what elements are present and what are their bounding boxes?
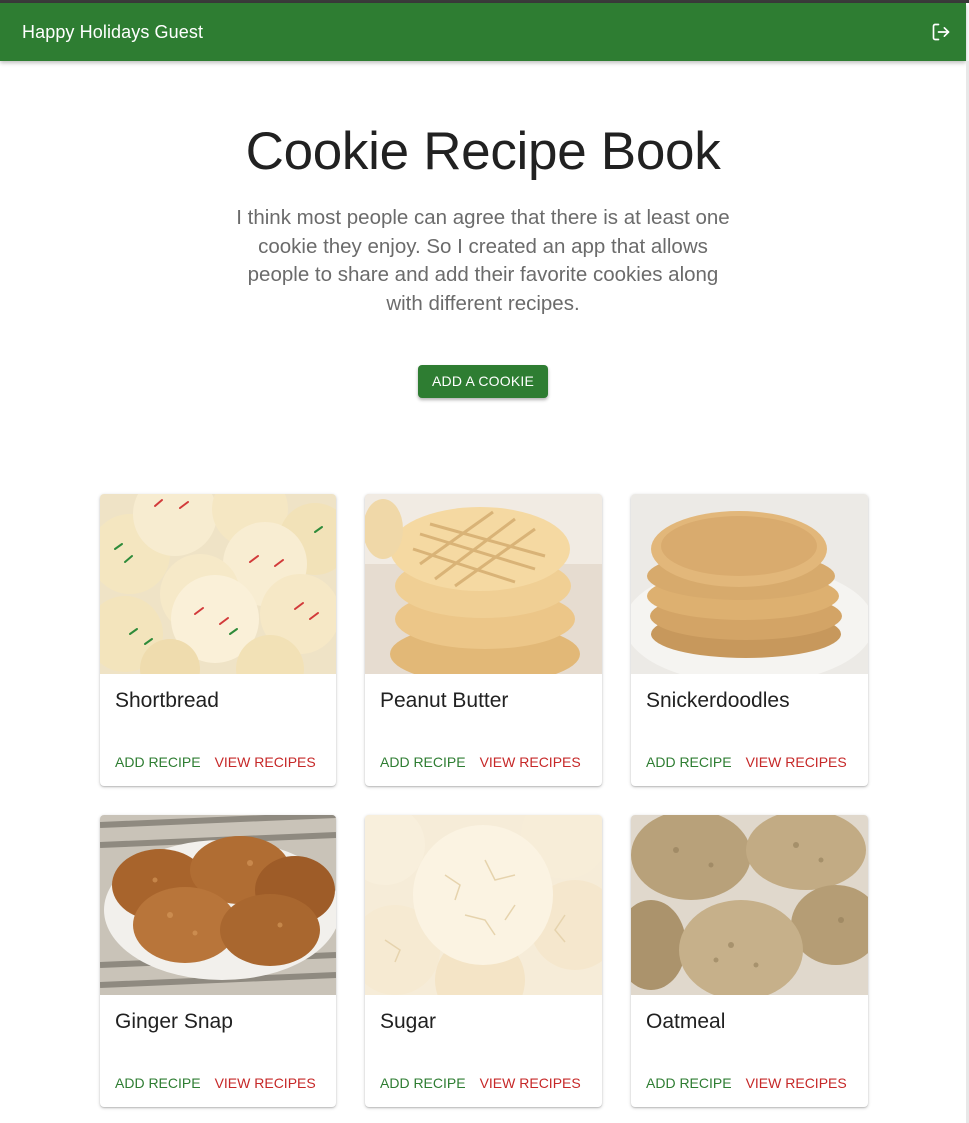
ginger-snap-image xyxy=(100,815,336,995)
add-recipe-button[interactable]: ADD RECIPE xyxy=(115,754,201,770)
card-title: Peanut Butter xyxy=(380,689,509,712)
page-description: I think most people can agree that there… xyxy=(236,206,730,316)
view-recipes-button[interactable]: VIEW RECIPES xyxy=(480,1075,581,1091)
hero-section: Cookie Recipe Book I think most people c… xyxy=(0,61,966,398)
add-recipe-button[interactable]: ADD RECIPE xyxy=(380,754,466,770)
page-title: Cookie Recipe Book xyxy=(245,122,721,181)
oatmeal-image xyxy=(631,815,868,995)
shortbread-image xyxy=(100,494,336,674)
view-recipes-button[interactable]: VIEW RECIPES xyxy=(215,754,316,770)
sugar-image xyxy=(365,815,602,995)
logout-icon[interactable] xyxy=(929,20,953,44)
view-recipes-button[interactable]: VIEW RECIPES xyxy=(215,1075,316,1091)
card-actions: ADD RECIPE VIEW RECIPES xyxy=(380,754,581,770)
card-title: Oatmeal xyxy=(646,1010,726,1033)
app-bar: Happy Holidays Guest xyxy=(0,3,966,61)
cookie-card: Oatmeal ADD RECIPE VIEW RECIPES xyxy=(631,815,868,1107)
snickerdoodles-image xyxy=(631,494,868,674)
card-actions: ADD RECIPE VIEW RECIPES xyxy=(646,754,847,770)
card-actions: ADD RECIPE VIEW RECIPES xyxy=(115,754,316,770)
cookie-card: Sugar ADD RECIPE VIEW RECIPES xyxy=(365,815,602,1107)
add-recipe-button[interactable]: ADD RECIPE xyxy=(646,754,732,770)
cookie-card: Snickerdoodles ADD RECIPE VIEW RECIPES xyxy=(631,494,868,786)
card-title: Ginger Snap xyxy=(115,1010,233,1033)
card-actions: ADD RECIPE VIEW RECIPES xyxy=(380,1075,581,1091)
cookie-card: Ginger Snap ADD RECIPE VIEW RECIPES xyxy=(100,815,336,1107)
card-actions: ADD RECIPE VIEW RECIPES xyxy=(646,1075,847,1091)
add-recipe-button[interactable]: ADD RECIPE xyxy=(380,1075,466,1091)
card-title: Shortbread xyxy=(115,689,219,712)
add-recipe-button[interactable]: ADD RECIPE xyxy=(115,1075,201,1091)
card-title: Snickerdoodles xyxy=(646,689,790,712)
cookie-grid: Shortbread ADD RECIPE VIEW RECIPES Peanu… xyxy=(100,494,868,1107)
view-recipes-button[interactable]: VIEW RECIPES xyxy=(746,1075,847,1091)
add-cookie-button[interactable]: ADD A COOKIE xyxy=(418,364,548,398)
cookie-card: Peanut Butter ADD RECIPE VIEW RECIPES xyxy=(365,494,602,786)
cookie-card: Shortbread ADD RECIPE VIEW RECIPES xyxy=(100,494,336,786)
app-bar-title: Happy Holidays Guest xyxy=(22,21,204,42)
add-recipe-button[interactable]: ADD RECIPE xyxy=(646,1075,732,1091)
card-title: Sugar xyxy=(380,1010,437,1033)
view-recipes-button[interactable]: VIEW RECIPES xyxy=(480,754,581,770)
peanut-butter-image xyxy=(365,494,602,674)
card-actions: ADD RECIPE VIEW RECIPES xyxy=(115,1075,316,1091)
view-recipes-button[interactable]: VIEW RECIPES xyxy=(746,754,847,770)
